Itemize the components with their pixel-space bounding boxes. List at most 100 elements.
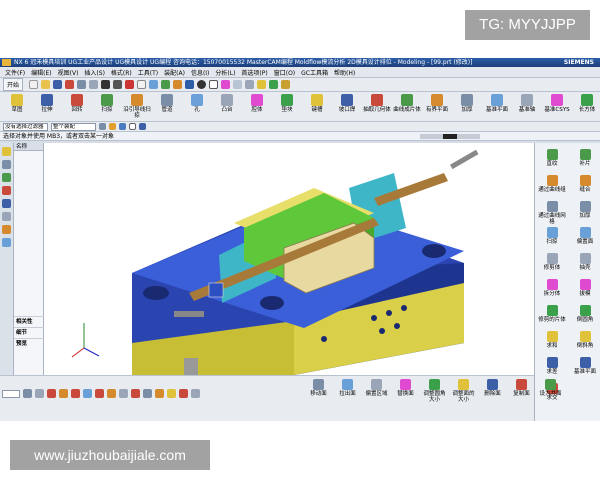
- feature-button[interactable]: 抽取几何体: [363, 94, 391, 113]
- web-icon[interactable]: [2, 199, 11, 208]
- analysis-icon[interactable]: [269, 80, 279, 89]
- surface-button[interactable]: 求和: [537, 331, 567, 349]
- feature-button[interactable]: 有界平面: [423, 94, 451, 113]
- menu-item[interactable]: 首选项(P): [239, 68, 269, 77]
- cube-icon[interactable]: [139, 123, 146, 130]
- feature-button[interactable]: 坡口焊: [333, 94, 361, 113]
- feature-button[interactable]: 拉伸: [33, 94, 61, 113]
- copy-icon[interactable]: [77, 80, 87, 89]
- menu-item[interactable]: GC工具箱: [299, 68, 330, 77]
- surface-button[interactable]: 缝合: [570, 175, 600, 193]
- scope-select[interactable]: 整个装配: [51, 122, 96, 131]
- roles-icon[interactable]: [2, 225, 11, 234]
- feature-button[interactable]: 草图: [3, 94, 31, 113]
- feature-button[interactable]: 管道: [153, 94, 181, 113]
- surface-button[interactable]: 通过曲线组: [537, 175, 567, 193]
- system-icon[interactable]: [2, 238, 11, 247]
- menu-item[interactable]: 窗口(O): [272, 68, 297, 77]
- history-icon[interactable]: [2, 186, 11, 195]
- point-icon[interactable]: [191, 389, 200, 398]
- menu-item[interactable]: 文件(F): [3, 68, 27, 77]
- view-icon[interactable]: [23, 389, 32, 398]
- menu-item[interactable]: 编辑(E): [29, 68, 53, 77]
- filter-icon[interactable]: [99, 123, 106, 130]
- fit-icon[interactable]: [137, 80, 147, 89]
- menu-item[interactable]: 插入(S): [82, 68, 107, 77]
- part-navigator-icon[interactable]: [2, 147, 11, 156]
- undo-icon[interactable]: [101, 80, 111, 89]
- view-select[interactable]: [2, 389, 20, 398]
- sync-button[interactable]: 删除面: [479, 379, 506, 403]
- surface-button[interactable]: 修剪体: [537, 253, 567, 271]
- snap-icon[interactable]: [245, 80, 255, 89]
- sync-button[interactable]: 复制面: [508, 379, 535, 403]
- surface-button[interactable]: 偏置面: [570, 227, 600, 245]
- surface-button[interactable]: 拆分体: [537, 279, 567, 297]
- axis-icon[interactable]: [71, 389, 80, 398]
- zoom-icon[interactable]: [149, 80, 159, 89]
- point-icon[interactable]: [107, 389, 116, 398]
- wcs-icon[interactable]: [257, 80, 267, 89]
- surface-button[interactable]: 倒斜角: [570, 331, 600, 349]
- feature-button[interactable]: 基准平面: [483, 94, 511, 113]
- point-icon[interactable]: [143, 389, 152, 398]
- menu-item[interactable]: 分析(L): [213, 68, 237, 77]
- menu-item[interactable]: 视图(V): [56, 68, 81, 77]
- axis-icon[interactable]: [59, 389, 68, 398]
- feature-button[interactable]: 孔: [183, 94, 211, 113]
- menu-item[interactable]: 帮助(H): [332, 68, 357, 77]
- surface-button[interactable]: 通过曲线网格: [537, 201, 567, 225]
- surface-button[interactable]: 基准平面: [570, 357, 600, 375]
- point-icon[interactable]: [167, 389, 176, 398]
- menu-item[interactable]: 装配(A): [162, 68, 187, 77]
- point-icon[interactable]: [155, 389, 164, 398]
- sync-button[interactable]: 调整圆角大小: [421, 379, 448, 403]
- feature-button[interactable]: 凸台: [213, 94, 241, 113]
- assembly-navigator-icon[interactable]: [2, 160, 11, 169]
- surface-button[interactable]: 拔模: [570, 279, 600, 297]
- wireframe-icon[interactable]: [209, 80, 219, 89]
- navigator-header[interactable]: 名称: [14, 143, 43, 151]
- layer-icon[interactable]: [233, 80, 243, 89]
- surface-button[interactable]: 直纹: [537, 149, 567, 167]
- point-icon[interactable]: [95, 389, 104, 398]
- feature-button[interactable]: 基准CSYS: [543, 94, 571, 113]
- axis-icon[interactable]: [47, 389, 56, 398]
- new-icon[interactable]: [29, 80, 39, 89]
- paste-icon[interactable]: [89, 80, 99, 89]
- point-icon[interactable]: [83, 389, 92, 398]
- feature-button[interactable]: 长方体: [573, 94, 600, 113]
- menu-item[interactable]: 信息(I): [189, 68, 211, 77]
- select-icon[interactable]: [119, 123, 126, 130]
- feature-button[interactable]: 沿引导线扫掠: [123, 94, 151, 119]
- point-icon[interactable]: [131, 389, 140, 398]
- delete-icon[interactable]: [125, 80, 135, 89]
- details-panel[interactable]: 细节: [14, 327, 44, 338]
- palette-icon[interactable]: [2, 212, 11, 221]
- surface-button[interactable]: 补片: [570, 149, 600, 167]
- cue-scrollbar[interactable]: [420, 134, 480, 139]
- feature-button[interactable]: 回转: [63, 94, 91, 113]
- rect-select-icon[interactable]: [129, 123, 136, 130]
- sync-button[interactable]: 拉出面: [334, 379, 361, 403]
- sync-button[interactable]: 设为共面: [537, 379, 564, 403]
- scroll-thumb[interactable]: [443, 134, 457, 139]
- pan-icon[interactable]: [173, 80, 183, 89]
- measure-icon[interactable]: [281, 80, 291, 89]
- surface-button[interactable]: 修剪的片体: [537, 305, 567, 323]
- feature-button[interactable]: 基准轴: [513, 94, 541, 113]
- feature-button[interactable]: 曲线成片体: [393, 94, 421, 113]
- menu-item[interactable]: 格式(R): [109, 68, 134, 77]
- view-icon[interactable]: [35, 389, 44, 398]
- save-icon[interactable]: [53, 80, 63, 89]
- feature-button[interactable]: 键槽: [303, 94, 331, 113]
- surface-button[interactable]: 扫掠: [537, 227, 567, 245]
- feature-button[interactable]: 扫掠: [93, 94, 121, 113]
- open-icon[interactable]: [41, 80, 51, 89]
- type-filter-select[interactable]: 没有选择过滤器: [3, 122, 48, 131]
- feature-button[interactable]: 垫块: [273, 94, 301, 113]
- constraint-icon[interactable]: [2, 173, 11, 182]
- graphics-viewport[interactable]: [44, 143, 534, 375]
- sync-button[interactable]: 移动面: [305, 379, 332, 403]
- point-icon[interactable]: [119, 389, 128, 398]
